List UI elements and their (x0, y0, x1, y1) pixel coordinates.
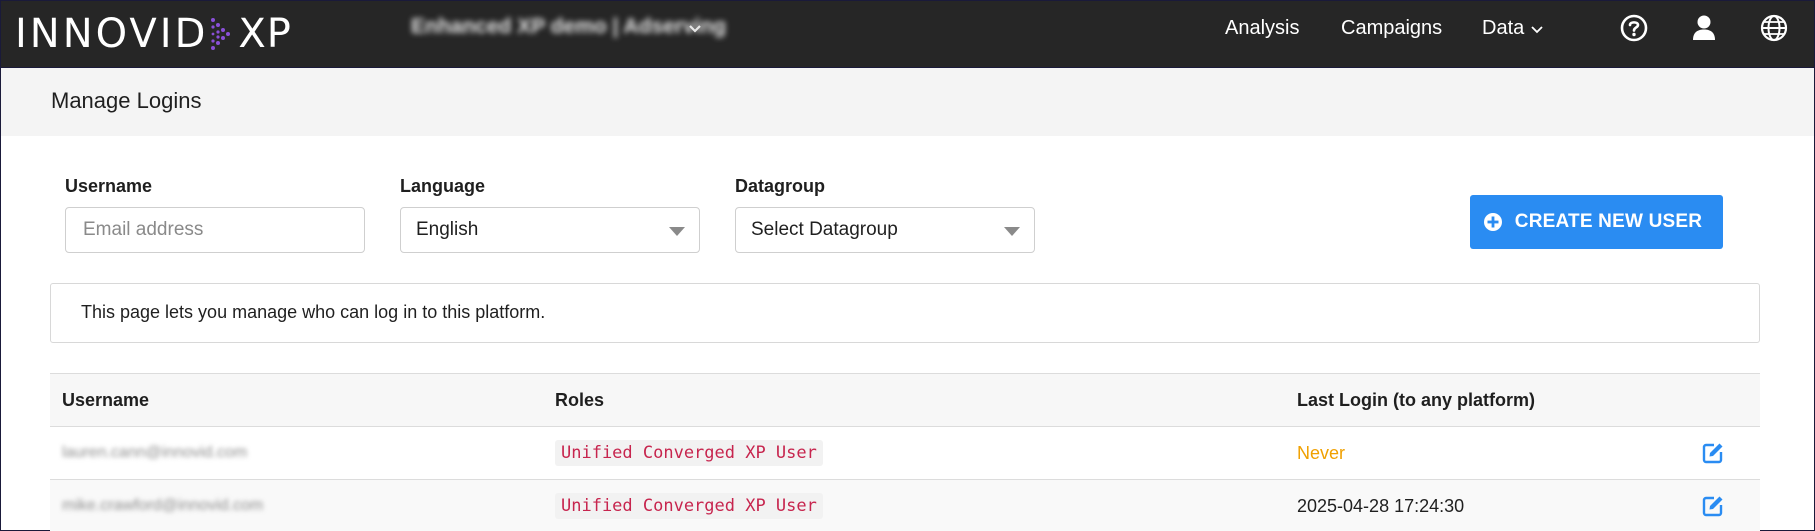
page-header: Manage Logins (0, 68, 1815, 136)
plus-circle-icon (1483, 213, 1502, 231)
datagroup-filter-label: Datagroup (735, 176, 825, 196)
row-last-login: Never (1297, 443, 1346, 463)
language-filter-label: Language (400, 176, 486, 196)
row-role-badge: Unified Converged XP User (555, 440, 823, 466)
edit-icon[interactable] (1701, 441, 1725, 465)
nav-analysis-link[interactable]: Analysis (1225, 17, 1299, 40)
globe-icon[interactable] (1759, 13, 1789, 43)
chevron-down-icon[interactable] (1530, 23, 1544, 37)
column-header-username[interactable]: Username (62, 390, 149, 411)
column-header-last-login[interactable]: Last Login (to any platform) (1297, 390, 1535, 411)
edit-icon[interactable] (1701, 494, 1725, 518)
row-username: lauren.cann@innovid.com (62, 444, 248, 461)
create-new-user-label: CREATE NEW USER (1514, 211, 1703, 232)
nav-campaigns-link[interactable]: Campaigns (1341, 17, 1442, 40)
info-alert: This page lets you manage who can log in… (50, 283, 1760, 343)
innovid-xp-logo[interactable]: INNOVID XP (15, 11, 292, 57)
caret-down-icon (669, 227, 685, 236)
username-search-input[interactable] (65, 207, 365, 253)
row-last-login: 2025-04-28 17:24:30 (1297, 496, 1465, 516)
create-new-user-button[interactable]: CREATE NEW USER (1470, 195, 1723, 249)
page-title: Manage Logins (51, 88, 202, 113)
account-selector-label[interactable]: Enhanced XP demo | Adserving (411, 15, 726, 39)
table-row: lauren.cann@innovid.com Unified Converge… (50, 427, 1760, 480)
info-text: This page lets you manage who can log in… (81, 302, 546, 322)
row-username: mike.crawford@innovid.com (62, 497, 264, 514)
datagroup-select-value: Select Datagroup (751, 219, 898, 240)
logo-text-xp: XP (238, 11, 292, 57)
language-select-value: English (416, 219, 479, 240)
nav-data-link[interactable]: Data (1482, 17, 1524, 40)
row-role-badge: Unified Converged XP User (555, 493, 823, 519)
language-select[interactable]: English (400, 207, 700, 253)
logins-table: Username Roles Last Login (to any platfo… (50, 373, 1760, 531)
datagroup-select[interactable]: Select Datagroup (735, 207, 1035, 253)
table-row: mike.crawford@innovid.com Unified Conver… (50, 480, 1760, 531)
help-circle-icon[interactable] (1619, 13, 1649, 43)
caret-down-icon (1004, 227, 1020, 236)
logo-text-innovid: INNOVID (15, 11, 209, 57)
column-header-roles[interactable]: Roles (555, 390, 604, 411)
username-filter-label: Username (65, 176, 153, 196)
chevron-down-icon[interactable] (687, 21, 703, 37)
user-icon[interactable] (1689, 13, 1719, 43)
table-header-row: Username Roles Last Login (to any platfo… (50, 373, 1760, 427)
logo-chevron-icon (211, 18, 231, 50)
top-navigation-bar: INNOVID XP Enhanced XP demo | Adserving … (0, 0, 1815, 68)
